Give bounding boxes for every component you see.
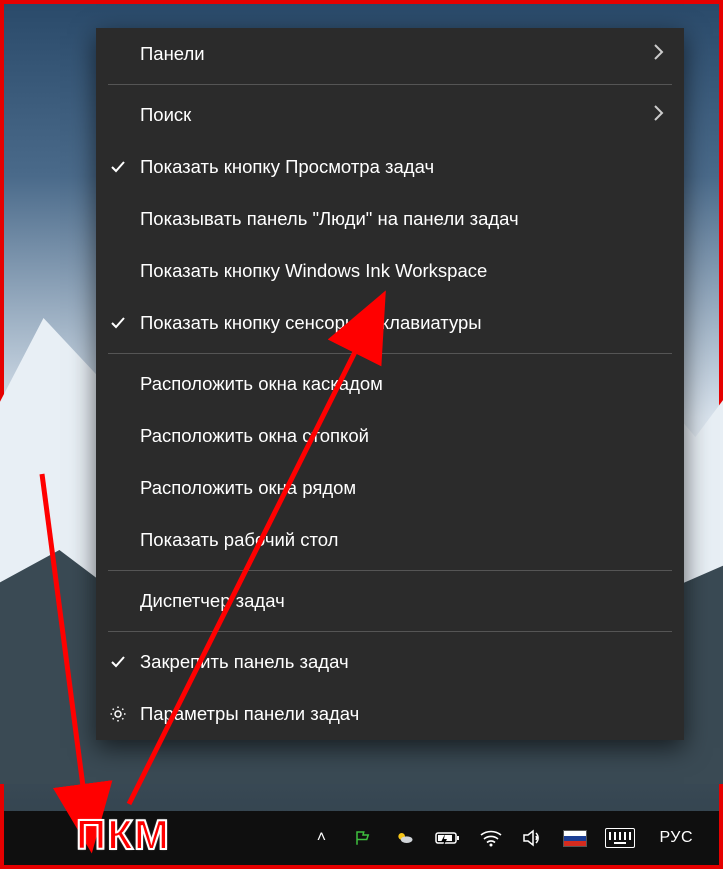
menu-separator [108, 570, 672, 571]
menu-item-label: Показать рабочий стол [140, 529, 664, 551]
action-center-flag-icon[interactable] [351, 811, 375, 865]
menu-item-search[interactable]: Поиск [96, 89, 684, 141]
menu-item-label: Показать кнопку Windows Ink Workspace [140, 260, 664, 282]
menu-separator [108, 631, 672, 632]
battery-icon[interactable] [435, 811, 461, 865]
menu-item-label: Диспетчер задач [140, 590, 664, 612]
menu-item-cascade[interactable]: Расположить окна каскадом [96, 358, 684, 410]
menu-separator [108, 84, 672, 85]
menu-item-show-desktop[interactable]: Показать рабочий стол [96, 514, 684, 566]
input-language-indicator[interactable]: РУС [653, 811, 699, 865]
menu-item-label: Панели [140, 43, 640, 65]
menu-item-label: Показать кнопку сенсорной клавиатуры [140, 312, 664, 334]
input-language-flag-icon[interactable] [563, 811, 587, 865]
annotation-label: ПКМ [76, 811, 170, 859]
menu-item-label: Показывать панель "Люди" на панели задач [140, 208, 664, 230]
check-icon [96, 315, 140, 331]
menu-item-label: Закрепить панель задач [140, 651, 664, 673]
menu-item-label: Поиск [140, 104, 640, 126]
menu-item-touch-keyboard[interactable]: Показать кнопку сенсорной клавиатуры [96, 297, 684, 349]
check-icon [96, 654, 140, 670]
menu-item-task-view[interactable]: Показать кнопку Просмотра задач [96, 141, 684, 193]
menu-item-panels[interactable]: Панели [96, 28, 684, 80]
chevron-right-icon [640, 105, 664, 126]
tray-overflow-icon[interactable]: ˄ [309, 811, 333, 865]
menu-item-label: Расположить окна рядом [140, 477, 664, 499]
menu-item-side-by-side[interactable]: Расположить окна рядом [96, 462, 684, 514]
system-tray: ˄ РУС [309, 811, 707, 865]
menu-item-label: Расположить окна стопкой [140, 425, 664, 447]
menu-item-people[interactable]: Показывать панель "Люди" на панели задач [96, 193, 684, 245]
menu-item-ink-workspace[interactable]: Показать кнопку Windows Ink Workspace [96, 245, 684, 297]
wifi-icon[interactable] [479, 811, 503, 865]
volume-icon[interactable] [521, 811, 545, 865]
menu-item-taskbar-settings[interactable]: Параметры панели задач [96, 688, 684, 740]
check-icon [96, 159, 140, 175]
menu-item-task-manager[interactable]: Диспетчер задач [96, 575, 684, 627]
chevron-right-icon [640, 44, 664, 65]
weather-icon[interactable] [393, 811, 417, 865]
menu-item-label: Параметры панели задач [140, 703, 664, 725]
menu-item-label: Показать кнопку Просмотра задач [140, 156, 664, 178]
on-screen-keyboard-icon[interactable] [605, 811, 635, 865]
taskbar-context-menu: Панели Поиск Показать кнопку Просмотра з… [96, 28, 684, 740]
menu-item-label: Расположить окна каскадом [140, 373, 664, 395]
gear-icon [96, 705, 140, 723]
menu-separator [108, 353, 672, 354]
menu-item-lock-taskbar[interactable]: Закрепить панель задач [96, 636, 684, 688]
menu-item-stack[interactable]: Расположить окна стопкой [96, 410, 684, 462]
